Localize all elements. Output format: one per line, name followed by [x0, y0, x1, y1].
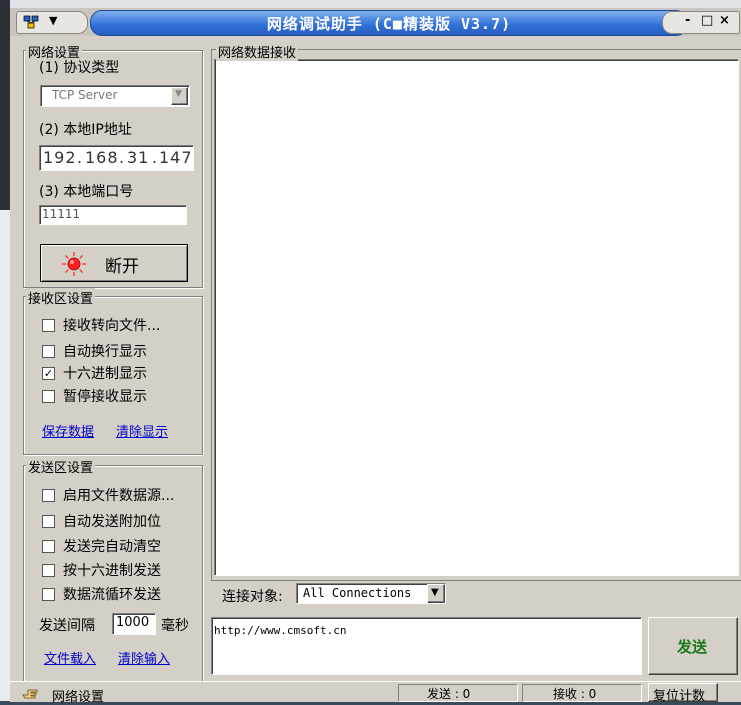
desktop-left-strip-light [0, 210, 10, 701]
send-button-label: 发送 [677, 638, 708, 656]
window-title: 网络调试助手 (C■精装版 V3.7) [266, 15, 512, 33]
connection-select[interactable]: All Connections ▼ [296, 583, 446, 604]
hand-pointer-icon [22, 689, 38, 699]
checkbox-label: 发送完自动清空 [63, 539, 161, 555]
title-pill: 网络调试助手 (C■精装版 V3.7) [90, 10, 688, 36]
checkbox-box[interactable] [42, 587, 55, 601]
disconnect-button[interactable]: 断开 [40, 244, 188, 282]
auto-wrap-checkbox[interactable]: 自动换行显示 [42, 341, 147, 361]
red-indicator-icon [62, 252, 86, 276]
protocol-label: (1) 协议类型 [39, 60, 120, 76]
checkbox-label: 暂停接收显示 [63, 389, 147, 405]
received-count-panel: 接收 : 0 [522, 684, 642, 702]
file-source-checkbox[interactable]: 启用文件数据源... [42, 485, 174, 505]
receive-settings-group: 接收区设置 接收转向文件... 自动换行显示 ✓ 十六进制显示 暂停接收显示 保存… [23, 288, 203, 455]
reset-count-button[interactable]: 复位计数 [648, 683, 718, 704]
ip-octet-2[interactable]: 168 [85, 148, 119, 167]
send-text: http://www.cmsoft.cn [214, 624, 347, 637]
auto-clear-checkbox[interactable]: 发送完自动清空 [42, 536, 161, 556]
checkbox-label: 接收转向文件... [63, 318, 161, 334]
sent-count: 发送 : 0 [427, 687, 471, 701]
connection-label: 连接对象: [222, 589, 283, 605]
dropdown-arrow-icon[interactable]: ▼ [171, 87, 188, 105]
connection-value: All Connections [303, 586, 412, 600]
send-textbox[interactable]: http://www.cmsoft.cn [211, 617, 642, 675]
window-controls: - □ × [662, 11, 740, 34]
send-button[interactable]: 发送 [648, 617, 738, 675]
checkbox-box[interactable] [42, 389, 55, 403]
save-data-link[interactable]: 保存数据 [42, 421, 94, 440]
dropdown-arrow-icon[interactable]: ▼ [427, 584, 445, 603]
network-app-icon [23, 15, 39, 29]
close-button[interactable]: × [719, 13, 730, 28]
reset-count-label: 复位计数 [653, 689, 706, 704]
port-value: 11111 [42, 207, 81, 221]
receive-area-textbox[interactable] [214, 59, 739, 576]
receive-to-file-checkbox[interactable]: 接收转向文件... [42, 315, 160, 335]
send-settings-label: 发送区设置 [26, 457, 96, 476]
checkbox-box[interactable] [42, 318, 55, 332]
app-window: ▼ 网络调试助手 (C■精装版 V3.7) - □ × 网络设置 (1) 协议类… [10, 8, 741, 705]
ip-label: (2) 本地IP地址 [39, 122, 132, 138]
received-count: 接收 : 0 [553, 687, 597, 701]
pause-receive-checkbox[interactable]: 暂停接收显示 [42, 386, 147, 406]
send-settings-group: 发送区设置 启用文件数据源... 自动发送附加位 发送完自动清空 按十六进制发送… [23, 457, 203, 683]
desktop-top-strip [0, 0, 741, 8]
hex-display-checkbox[interactable]: ✓ 十六进制显示 [42, 363, 147, 383]
clear-input-link[interactable]: 清除输入 [118, 648, 170, 667]
clear-display-link[interactable]: 清除显示 [116, 421, 168, 440]
protocol-select[interactable]: TCP Server ▼ [40, 85, 190, 107]
auto-append-checkbox[interactable]: 自动发送附加位 [42, 511, 161, 531]
ip-octet-1[interactable]: 192 [43, 148, 77, 167]
protocol-value: TCP Server [52, 88, 118, 102]
chevron-down-icon: ▼ [49, 14, 58, 27]
checkbox-box[interactable] [42, 488, 55, 502]
checkbox-label: 十六进制显示 [63, 366, 147, 382]
checkbox-label: 按十六进制发送 [63, 563, 161, 579]
port-input[interactable]: 11111 [39, 205, 187, 225]
system-menu-button[interactable]: ▼ [16, 11, 88, 34]
ip-dot: . [119, 148, 125, 167]
loop-send-checkbox[interactable]: 数据流循环发送 [42, 584, 161, 604]
network-settings-group: 网络设置 (1) 协议类型 TCP Server ▼ (2) 本地IP地址 19… [23, 42, 203, 288]
disconnect-label: 断开 [105, 257, 139, 277]
hex-send-checkbox[interactable]: 按十六进制发送 [42, 560, 161, 580]
receive-area-label: 网络数据接收 [216, 42, 299, 61]
send-interval-label: 发送间隔 [39, 618, 95, 634]
ip-dot: . [152, 148, 158, 167]
load-file-link[interactable]: 文件载入 [44, 648, 96, 667]
status-bar: 网络设置 发送 : 0 接收 : 0 复位计数 [10, 681, 741, 705]
ip-dot: . [77, 148, 83, 167]
checkbox-box[interactable] [42, 514, 55, 528]
status-left-text: 网络设置 [52, 690, 105, 705]
checkbox-box[interactable] [42, 539, 55, 553]
sent-count-panel: 发送 : 0 [398, 684, 518, 702]
send-interval-value: 1000 [116, 615, 150, 630]
checkbox-box-checked[interactable]: ✓ [42, 366, 55, 380]
checkbox-label: 自动换行显示 [63, 344, 147, 360]
ip-octet-4[interactable]: 147 [159, 148, 193, 167]
maximize-button[interactable]: □ [701, 13, 713, 28]
title-bar[interactable]: ▼ 网络调试助手 (C■精装版 V3.7) - □ × [10, 8, 741, 36]
send-interval-input[interactable]: 1000 [112, 613, 156, 635]
ip-address-field[interactable]: 192 . 168 . 31 . 147 [39, 145, 194, 171]
port-label: (3) 本地端口号 [39, 184, 134, 200]
receive-settings-label: 接收区设置 [26, 288, 96, 307]
send-interval-unit: 毫秒 [161, 618, 189, 634]
checkbox-box[interactable] [42, 563, 55, 577]
ip-octet-3[interactable]: 31 [127, 148, 149, 167]
checkbox-label: 自动发送附加位 [63, 514, 161, 530]
checkbox-label: 数据流循环发送 [63, 587, 161, 603]
minimize-button[interactable]: - [685, 13, 690, 28]
checkbox-box[interactable] [42, 344, 55, 358]
checkbox-label: 启用文件数据源... [63, 488, 175, 504]
